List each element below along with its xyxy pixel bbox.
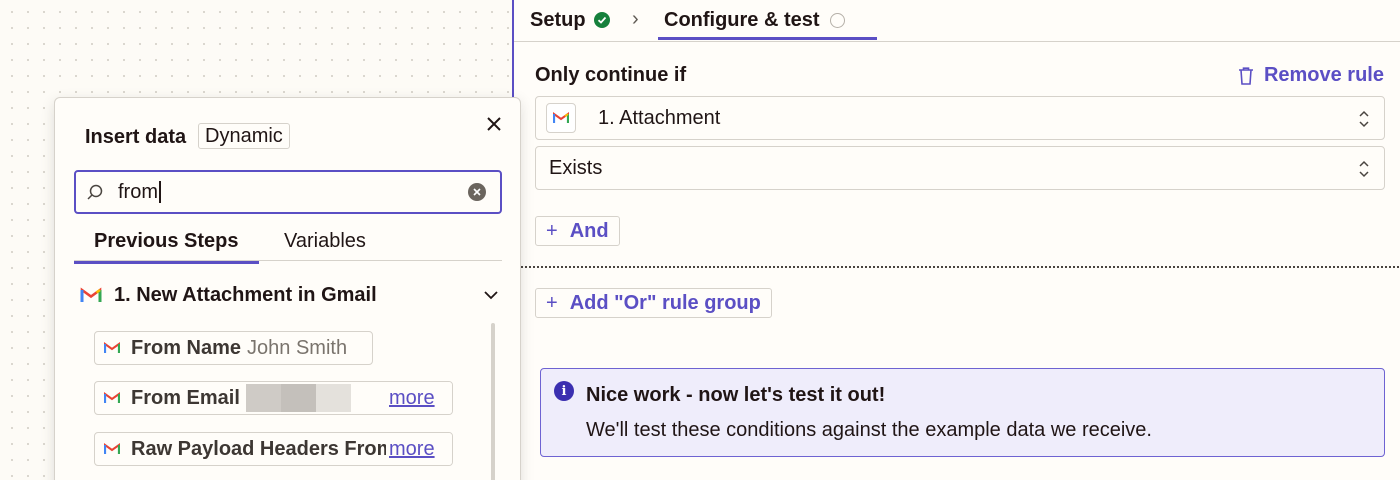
- more-link[interactable]: more: [386, 382, 452, 414]
- tab-setup[interactable]: Setup: [530, 0, 610, 40]
- data-item-from-email[interactable]: From Email more: [94, 381, 453, 415]
- updown-chevron-icon: [1359, 160, 1369, 178]
- gmail-icon: [80, 287, 102, 302]
- gmail-icon: [104, 392, 120, 403]
- chevron-down-icon: [484, 291, 498, 300]
- info-callout: i Nice work - now let's test it out! We'…: [540, 368, 1385, 457]
- remove-rule-button[interactable]: Remove rule: [1238, 64, 1384, 87]
- step-group-label: 1. New Attachment in Gmail: [114, 283, 377, 306]
- popover-title: Insert data: [85, 126, 187, 148]
- search-input[interactable]: from: [74, 170, 502, 214]
- pending-circle-icon: [829, 12, 845, 28]
- breadcrumb-separator: ›: [632, 8, 639, 30]
- rule-heading: Only continue if: [535, 64, 687, 86]
- info-icon: i: [554, 381, 574, 401]
- tab-previous-steps[interactable]: Previous Steps: [74, 230, 258, 264]
- plus-icon: +: [546, 219, 558, 242]
- info-title: Nice work - now let's test it out!: [586, 384, 886, 406]
- item-name: From Email: [131, 386, 240, 409]
- tab-setup-label: Setup: [530, 8, 586, 31]
- gmail-icon: [104, 342, 120, 353]
- scrollbar[interactable]: [491, 323, 495, 480]
- condition-select[interactable]: Exists: [535, 146, 1385, 190]
- check-icon: [593, 12, 610, 28]
- tab-variables[interactable]: Variables: [284, 230, 366, 260]
- info-body: We'll test these conditions against the …: [586, 419, 1152, 441]
- or-label: Add "Or" rule group: [569, 291, 761, 314]
- step-config-panel: Setup › Configure & test Only continue i…: [512, 0, 1400, 480]
- item-name: Raw Payload Headers From: [131, 437, 395, 460]
- remove-rule-label: Remove rule: [1263, 64, 1384, 86]
- and-label: And: [569, 219, 609, 242]
- data-item-from-name[interactable]: From Name John Smith: [94, 331, 373, 365]
- add-and-condition-button[interactable]: + And: [535, 216, 620, 246]
- condition-select-value: Exists: [549, 156, 603, 179]
- popover-tabs: Previous Steps Variables: [74, 230, 502, 264]
- updown-chevron-icon: [1359, 110, 1369, 128]
- close-icon[interactable]: [484, 114, 504, 134]
- insert-data-popover: Insert data Dynamic from Previous Steps …: [54, 97, 521, 480]
- gmail-icon: [546, 103, 576, 133]
- tabs-divider: [74, 260, 502, 261]
- item-value: John Smith: [247, 336, 348, 359]
- add-or-rule-group-button[interactable]: + Add "Or" rule group: [535, 288, 772, 318]
- data-item-raw-payload-headers-from[interactable]: Raw Payload Headers From more: [94, 432, 453, 466]
- dynamic-badge: Dynamic: [198, 123, 290, 149]
- trash-icon: [1238, 66, 1253, 85]
- rule-group-divider: [514, 266, 1400, 268]
- search-value: from: [118, 181, 161, 203]
- tab-configure-label: Configure & test: [664, 8, 820, 31]
- tab-configure-test[interactable]: Configure & test: [658, 0, 877, 40]
- redacted-value: [245, 384, 351, 412]
- field-select-value: 1. Attachment: [598, 106, 721, 129]
- item-name: From Name: [131, 336, 242, 359]
- clear-icon[interactable]: [468, 183, 486, 201]
- more-link[interactable]: more: [386, 433, 452, 465]
- gmail-icon: [104, 443, 120, 454]
- step-navigation: Setup › Configure & test: [514, 0, 1400, 42]
- field-select[interactable]: 1. Attachment: [535, 96, 1385, 140]
- plus-icon: +: [546, 291, 558, 314]
- search-icon: [87, 184, 103, 200]
- step-group-header[interactable]: 1. New Attachment in Gmail: [80, 282, 500, 308]
